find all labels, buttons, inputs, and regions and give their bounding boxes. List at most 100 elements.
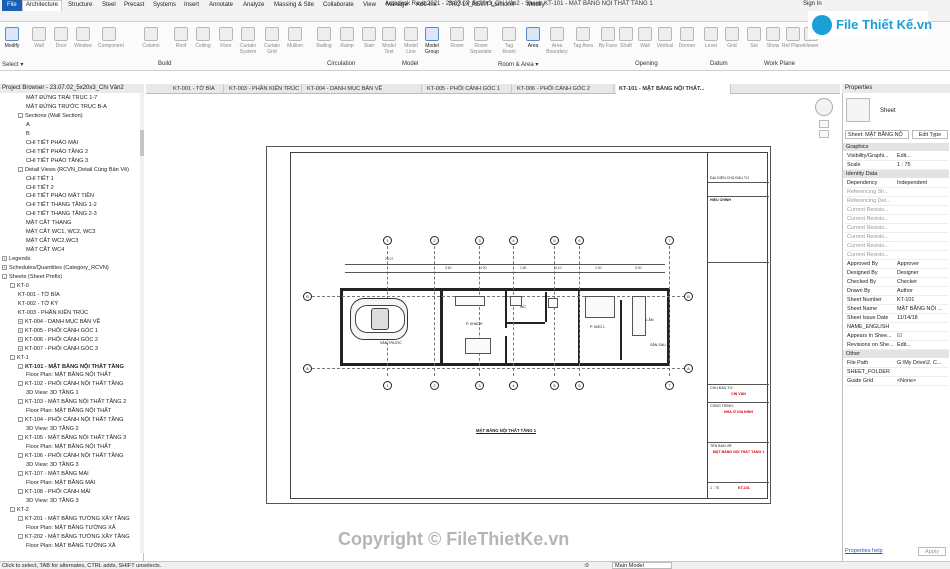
collapse-icon[interactable]: - xyxy=(18,417,23,423)
collapse-icon[interactable]: - xyxy=(18,399,23,405)
ribbon-ramp-button[interactable]: Ramp xyxy=(336,24,358,60)
collapse-icon[interactable]: - xyxy=(2,274,7,280)
tab-5[interactable]: KT-006 - PHỐI CẢNH GÓC 2 xyxy=(514,84,614,94)
property-value[interactable]: Independent xyxy=(897,179,947,187)
browser-item[interactable]: - KT-104 - PHỐI CẢNH NỘI THẤT TẦNG xyxy=(18,416,124,424)
browser-item[interactable]: CHI TIẾT THANG TẦNG 2-3 xyxy=(26,210,97,218)
ribbon-wall-button[interactable]: Wall xyxy=(28,24,50,60)
browser-item[interactable]: CHI TIẾT PHÀO TẦNG 2 xyxy=(26,148,88,156)
property-value[interactable]: 11/14/18 xyxy=(897,314,947,322)
ribbon-level-button[interactable]: Level xyxy=(700,24,722,60)
property-value[interactable]: G:\My Drive\2. C... xyxy=(897,359,947,367)
expand-icon[interactable]: + xyxy=(18,318,23,324)
apply-button[interactable]: Apply xyxy=(918,547,946,556)
ribbon-room-separator-button[interactable]: Room Separator xyxy=(470,24,492,60)
property-value[interactable]: Author xyxy=(897,287,947,295)
project-browser-scrollbar[interactable] xyxy=(140,93,144,553)
browser-item[interactable]: - Sections (Wall Section) xyxy=(18,112,83,120)
menu-analyze[interactable]: Analyze xyxy=(240,1,267,9)
menu-structure[interactable]: Structure xyxy=(65,1,95,9)
ribbon-vertical-button[interactable]: Vertical xyxy=(654,24,676,60)
ribbon-railing-button[interactable]: Railing xyxy=(313,24,335,60)
collapse-icon[interactable]: - xyxy=(18,470,23,476)
browser-item[interactable]: B xyxy=(26,130,30,138)
menu-add-ins[interactable]: Add-Ins xyxy=(413,1,440,9)
tab-4[interactable]: KT-005 - PHỐI CẢNH GÓC 1 xyxy=(424,84,512,94)
browser-item[interactable]: Floor Plan: MẶT BẰNG TƯỜNG XÂ xyxy=(26,542,116,550)
edit-type-button[interactable]: Edit Type xyxy=(912,130,948,139)
ribbon-panel-room-area-[interactable]: Room & Area ▾ xyxy=(498,61,538,68)
browser-item[interactable]: + KT-004 - DANH MỤC BẢN VẼ xyxy=(18,318,100,326)
property-value[interactable]: Designer xyxy=(897,269,947,277)
ribbon-model-text-button[interactable]: Model Text xyxy=(378,24,400,60)
property-row[interactable]: Revisions on She... Edit... xyxy=(845,341,948,350)
properties-group-other[interactable]: Other xyxy=(843,350,949,358)
browser-item[interactable]: Floor Plan: MẶT BẰNG NỘI THẤT xyxy=(26,407,111,415)
tab-2[interactable]: KT-003 - PHẦN KIẾN TRÚC xyxy=(226,84,302,94)
property-row[interactable]: Guide Grid <None> xyxy=(845,377,948,386)
browser-item[interactable]: - KT-1 xyxy=(10,354,29,362)
browser-item[interactable]: CHI TIẾT 2 xyxy=(26,184,54,192)
menu-annotate[interactable]: Annotate xyxy=(206,1,236,9)
collapse-icon[interactable]: - xyxy=(18,381,23,387)
expand-icon[interactable]: + xyxy=(2,265,7,271)
property-row[interactable]: Current Revisio... xyxy=(845,224,948,233)
property-value[interactable]: ☑ xyxy=(897,332,947,340)
browser-item[interactable]: - KT-105 - MẶT BẰNG NỘI THẤT TẦNG 3 xyxy=(18,434,126,442)
menu-lumion-[interactable]: Lumion® xyxy=(488,1,518,9)
collapse-icon[interactable]: - xyxy=(18,515,23,521)
collapse-icon[interactable]: - xyxy=(10,282,15,288)
ribbon-tag-room-button[interactable]: Tag Room xyxy=(498,24,520,60)
property-row[interactable]: Referencing Det... xyxy=(845,197,948,206)
browser-item[interactable]: KT-003 - PHẦN KIẾN TRÚC xyxy=(18,309,88,317)
browser-item[interactable]: - KT-201 - MẶT BẰNG TƯỜNG XÂY TẦNG xyxy=(18,515,130,523)
browser-item[interactable]: Floor Plan: MẶT BẰNG TƯỜNG XÂ xyxy=(26,524,116,532)
menu-tr-l-revit[interactable]: TRỢ LÝ REVIT xyxy=(445,1,492,9)
property-row[interactable]: Sheet Name MẶT BẰNG NỘI ... xyxy=(845,305,948,314)
property-row[interactable]: Dependency Independent xyxy=(845,179,948,188)
menu-file[interactable]: File xyxy=(2,0,22,11)
pan-icon[interactable] xyxy=(819,130,829,138)
ribbon-ceiling-button[interactable]: Ceiling xyxy=(192,24,214,60)
property-value[interactable]: 1 : 75 xyxy=(897,161,947,169)
menu-view[interactable]: View xyxy=(360,1,379,9)
ribbon-dormer-button[interactable]: Dormer xyxy=(676,24,698,60)
property-row[interactable]: SHEET_FOLDER xyxy=(845,368,948,377)
navigation-wheel-icon[interactable] xyxy=(815,98,833,116)
property-row[interactable]: Current Revisio... xyxy=(845,251,948,260)
browser-item[interactable]: + KT-006 - PHỐI CẢNH GÓC 2 xyxy=(18,336,98,344)
browser-item[interactable]: - Detail Views (RCVN_Detail Cùng Bản Vẽ) xyxy=(18,166,129,174)
property-value[interactable]: Approver xyxy=(897,260,947,268)
ribbon-door-button[interactable]: Door xyxy=(50,24,72,60)
expand-icon[interactable]: + xyxy=(18,336,23,342)
browser-item[interactable]: + KT-005 - PHỐI CẢNH GÓC 1 xyxy=(18,327,98,335)
browser-item[interactable]: - KT-108 - PHỐI CẢNH MÁI xyxy=(18,488,91,496)
property-row[interactable]: Designed By Designer xyxy=(845,269,948,278)
ribbon-panel-select-[interactable]: Select ▾ xyxy=(2,61,23,68)
browser-item[interactable]: KT-001 - TỜ BÌA xyxy=(18,291,60,299)
property-row[interactable]: File Path G:\My Drive\2. C... xyxy=(845,359,948,368)
ribbon-area-button[interactable]: Area xyxy=(522,24,544,60)
menu-systems[interactable]: Systems xyxy=(150,1,179,9)
active-model-select[interactable]: Main Model xyxy=(612,562,672,569)
browser-item[interactable]: - KT-0 xyxy=(10,282,29,290)
property-row[interactable]: Current Revisio... xyxy=(845,215,948,224)
property-row[interactable]: Approved By Approver xyxy=(845,260,948,269)
browser-item[interactable]: A xyxy=(26,121,30,129)
menu-manage[interactable]: Manage xyxy=(383,1,411,9)
property-row[interactable]: Checked By Checker xyxy=(845,278,948,287)
ribbon-wall-button[interactable]: Wall xyxy=(634,24,656,60)
browser-item[interactable]: + Legends xyxy=(2,255,30,263)
ribbon-mullion-button[interactable]: Mullion xyxy=(284,24,306,60)
browser-item[interactable]: CHI TIẾT PHÀO MÁI xyxy=(26,139,78,147)
ribbon-stair-button[interactable]: Stair xyxy=(358,24,380,60)
browser-item[interactable]: 3D View: 3D TẦNG 2 xyxy=(26,425,79,433)
browser-item[interactable]: KT-002 - TỜ KÝ xyxy=(18,300,58,308)
ribbon-component-button[interactable]: Component xyxy=(98,24,124,60)
property-row[interactable]: Scale 1 : 75 xyxy=(845,161,948,170)
tab-1[interactable]: KT-001 - TỜ BÌA xyxy=(170,84,224,94)
browser-item[interactable]: - Sheets (Sheet Prefix) xyxy=(2,273,62,281)
property-row[interactable]: Visibility/Graphi... Edit... xyxy=(845,152,948,161)
properties-group-graphics[interactable]: Graphics xyxy=(843,143,949,151)
menu-collaborate[interactable]: Collaborate xyxy=(320,1,357,9)
